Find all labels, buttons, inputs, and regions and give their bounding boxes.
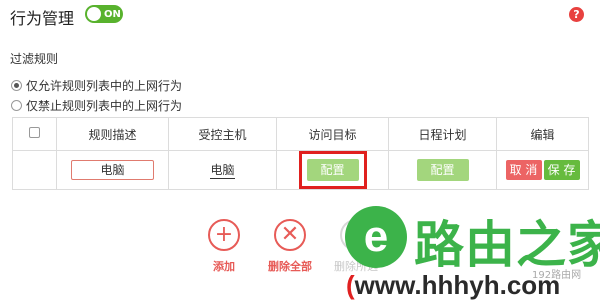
delete-all-button[interactable]: ✕ 删除全部 xyxy=(260,219,320,274)
plus-icon: + xyxy=(208,219,240,251)
edit-cell: 取 消 保 存 xyxy=(496,150,589,190)
watermark-logo-icon: e xyxy=(345,206,407,268)
table-header-row: 规则描述 受控主机 访问目标 日程计划 编辑 xyxy=(12,117,589,151)
col-header-schedule: 日程计划 xyxy=(388,117,497,151)
target-cell: 配置 xyxy=(276,150,389,190)
toggle-label: ON xyxy=(104,8,121,20)
host-cell: 电脑 xyxy=(168,150,277,190)
highlight-box: 配置 xyxy=(298,151,367,189)
watermark-paren: ( xyxy=(346,270,355,300)
close-icon: ✕ xyxy=(274,219,306,251)
description-input[interactable]: 电脑 xyxy=(71,160,154,180)
schedule-config-button[interactable]: 配置 xyxy=(416,159,469,181)
watermark-domain: www.hhhyh.com xyxy=(354,270,561,300)
select-all-checkbox[interactable] xyxy=(29,127,40,138)
host-link[interactable]: 电脑 xyxy=(210,162,235,179)
radio-button[interactable] xyxy=(11,100,22,111)
behavior-toggle[interactable]: ON xyxy=(85,5,123,23)
col-header-description: 规则描述 xyxy=(56,117,169,151)
watermark-small: 192路由网 xyxy=(532,270,582,281)
watermark: e 路由之家 (www.hhhyh.com 192路由网 xyxy=(340,200,600,304)
radio-allow[interactable]: 仅允许规则列表中的上网行为 xyxy=(11,77,182,94)
radio-deny[interactable]: 仅禁止规则列表中的上网行为 xyxy=(11,97,182,114)
help-icon[interactable]: ? xyxy=(569,7,584,22)
col-header-host: 受控主机 xyxy=(168,117,277,151)
watermark-url: (www.hhhyh.com xyxy=(346,270,560,301)
radio-button[interactable] xyxy=(11,80,22,91)
radio-label: 仅允许规则列表中的上网行为 xyxy=(26,79,183,93)
radio-label: 仅禁止规则列表中的上网行为 xyxy=(26,99,183,113)
save-button[interactable]: 保 存 xyxy=(543,160,580,180)
target-config-button[interactable]: 配置 xyxy=(306,159,359,181)
delete-all-label: 删除全部 xyxy=(268,260,312,273)
col-header-target: 访问目标 xyxy=(276,117,389,151)
section-title: 过滤规则 xyxy=(10,52,59,66)
table-row: 电脑 电脑 配置 配置 取 消 保 存 xyxy=(12,150,589,190)
description-cell: 电脑 xyxy=(56,150,169,190)
add-button[interactable]: + 添加 xyxy=(194,219,254,274)
schedule-cell: 配置 xyxy=(388,150,497,190)
col-header-edit: 编辑 xyxy=(496,117,589,151)
radio-dot xyxy=(14,83,19,88)
select-all-cell xyxy=(12,117,57,151)
toggle-knob xyxy=(87,7,101,21)
add-label: 添加 xyxy=(213,260,235,273)
row-select-cell xyxy=(12,150,57,190)
page-title: 行为管理 xyxy=(10,9,75,28)
rules-table: 规则描述 受控主机 访问目标 日程计划 编辑 电脑 电脑 配置 配置 取 消 保… xyxy=(12,117,589,190)
cancel-button[interactable]: 取 消 xyxy=(505,160,542,180)
